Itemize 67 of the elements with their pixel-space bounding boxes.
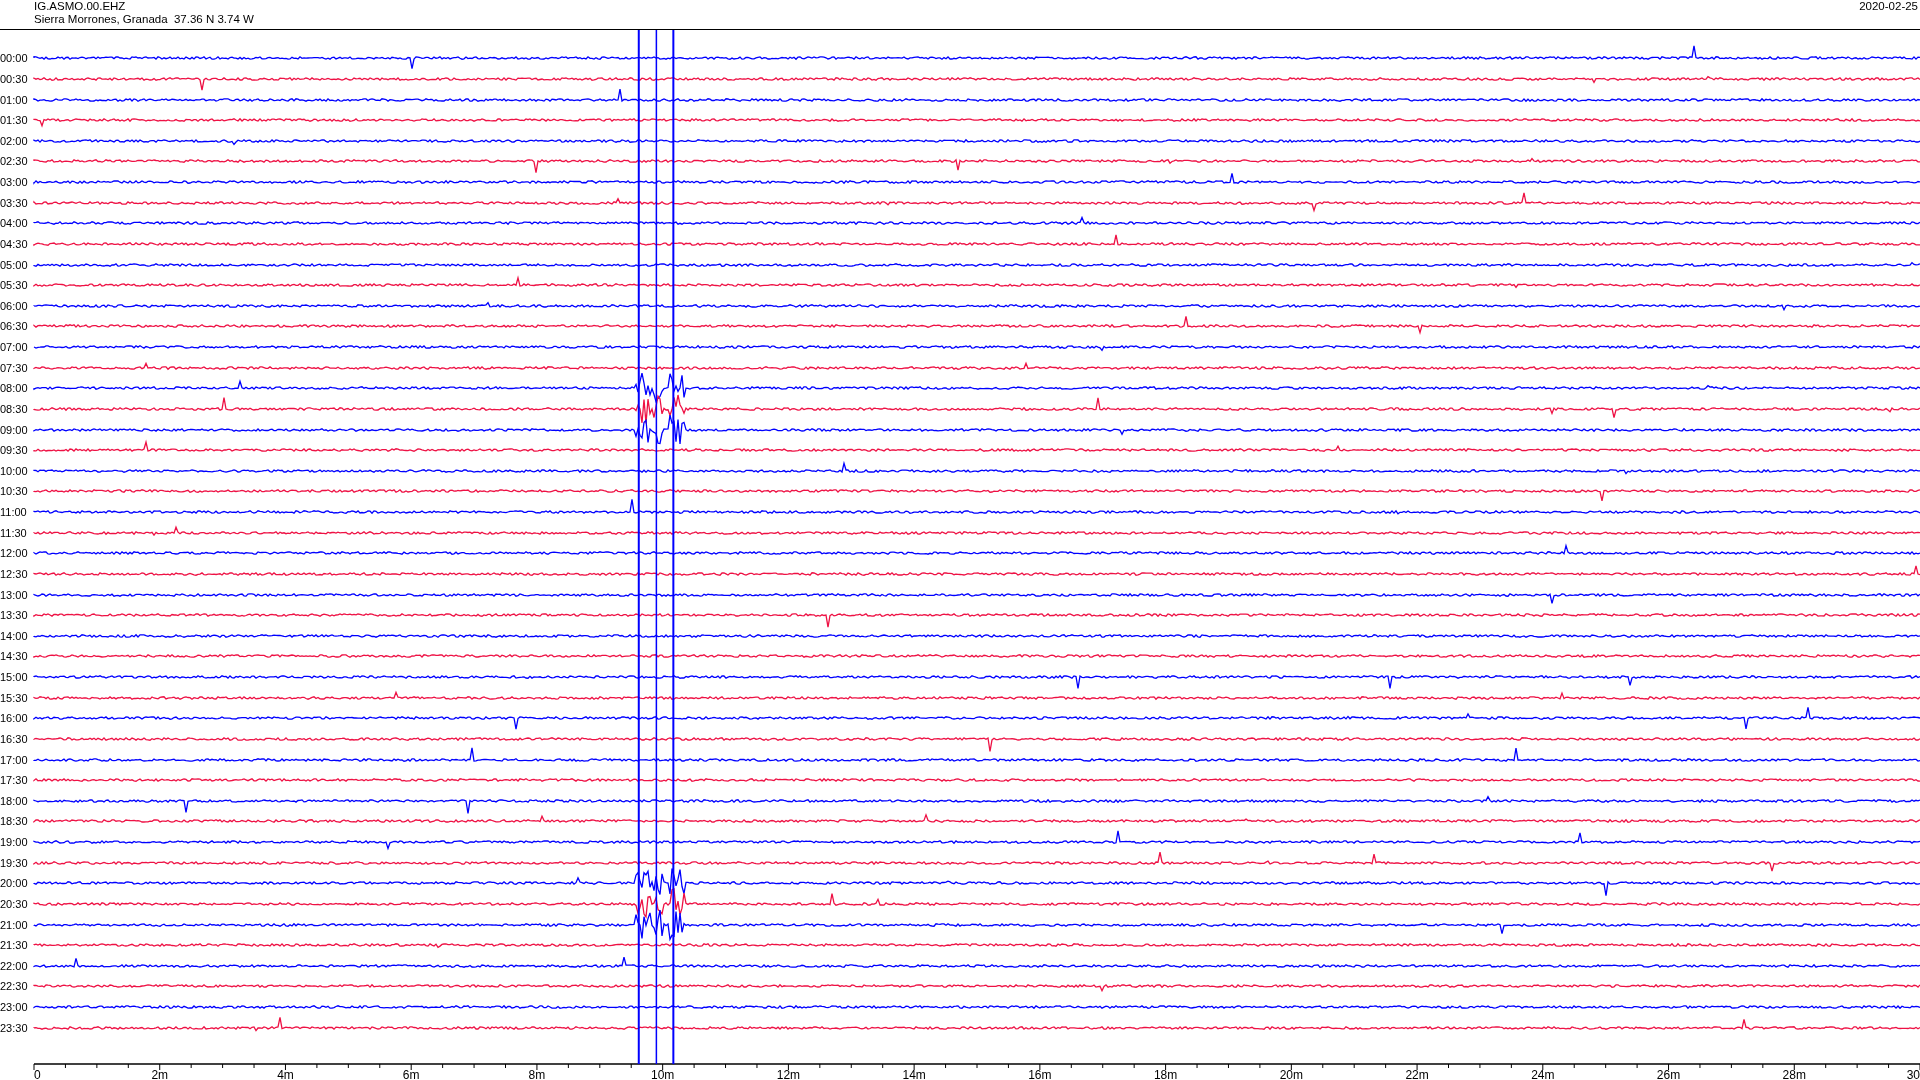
- time-label: 23:00: [0, 1001, 29, 1014]
- time-label: 18:30: [0, 815, 29, 828]
- time-label: 05:00: [0, 258, 29, 271]
- time-label: 02:30: [0, 155, 29, 168]
- time-label: 10:00: [0, 464, 29, 477]
- station-location: Sierra Morrones, Granada 37.36 N 3.74 W: [34, 13, 254, 26]
- time-label: 12:30: [0, 567, 29, 580]
- date-label: 2020-02-25: [1859, 0, 1919, 13]
- time-label: 09:30: [0, 444, 29, 457]
- time-label: 04:30: [0, 237, 29, 250]
- time-label: 21:30: [0, 939, 29, 952]
- station-code: IG.ASMO.00.EHZ: [34, 0, 127, 13]
- time-label: 18:00: [0, 794, 29, 807]
- axis-tick-label: 16m: [1028, 1068, 1052, 1080]
- time-label: 13:30: [0, 609, 29, 622]
- time-label: 01:00: [0, 93, 29, 106]
- axis-tick-label: 20m: [1279, 1068, 1303, 1080]
- axis-tick-label: 0: [34, 1068, 41, 1080]
- time-label: 20:00: [0, 877, 29, 890]
- axis-tick-label: 28m: [1782, 1068, 1806, 1080]
- time-label: 09:00: [0, 423, 29, 436]
- time-label: 23:30: [0, 1021, 29, 1034]
- time-label: 16:00: [0, 712, 29, 725]
- time-label: 16:30: [0, 732, 29, 745]
- axis-tick-label: 12m: [776, 1068, 801, 1080]
- time-label: 13:00: [0, 588, 29, 601]
- time-label: 02:00: [0, 134, 29, 147]
- axis-tick-label: 26m: [1656, 1068, 1681, 1080]
- axis-tick-label: 6m: [402, 1068, 420, 1080]
- time-label: 19:00: [0, 836, 29, 849]
- time-label: 07:00: [0, 341, 29, 354]
- time-label: 12:00: [0, 547, 29, 560]
- time-label: 06:00: [0, 299, 29, 312]
- time-label: 03:00: [0, 176, 29, 189]
- axis-tick-label: 18m: [1153, 1068, 1178, 1080]
- time-label: 03:30: [0, 196, 29, 209]
- time-label: 06:30: [0, 320, 29, 333]
- time-label: 00:00: [0, 52, 29, 65]
- time-label: 01:30: [0, 114, 29, 127]
- axis-tick-label: 4m: [277, 1068, 294, 1080]
- time-label: 08:00: [0, 382, 29, 395]
- time-label: 22:30: [0, 980, 29, 993]
- time-label: 14:00: [0, 629, 29, 642]
- time-label: 11:30: [0, 526, 28, 539]
- time-label: 17:30: [0, 774, 29, 787]
- axis-tick-label: 22m: [1405, 1068, 1429, 1080]
- axis-tick-label: 24m: [1531, 1068, 1555, 1080]
- time-label: 15:00: [0, 671, 29, 684]
- time-label: 07:30: [0, 361, 29, 374]
- time-label: 20:30: [0, 897, 29, 910]
- time-label: 08:30: [0, 402, 29, 415]
- axis-tick-label: 14m: [902, 1068, 926, 1080]
- time-label: 00:30: [0, 72, 29, 85]
- time-label: 05:30: [0, 279, 29, 292]
- time-label: 19:30: [0, 856, 29, 869]
- time-label: 10:30: [0, 485, 29, 498]
- axis-tick-label: 8m: [528, 1068, 546, 1080]
- axis-tick-label: 10m: [651, 1068, 675, 1080]
- time-label: 14:30: [0, 650, 29, 663]
- time-label: 21:00: [0, 918, 29, 931]
- time-label: 11:00: [0, 506, 28, 519]
- time-label: 22:00: [0, 959, 29, 972]
- time-label: 15:30: [0, 691, 29, 704]
- axis-tick-label: 2m: [151, 1068, 169, 1080]
- time-label: 04:00: [0, 217, 29, 230]
- axis-tick-label: 30: [1906, 1068, 1920, 1080]
- time-label: 17:00: [0, 753, 29, 766]
